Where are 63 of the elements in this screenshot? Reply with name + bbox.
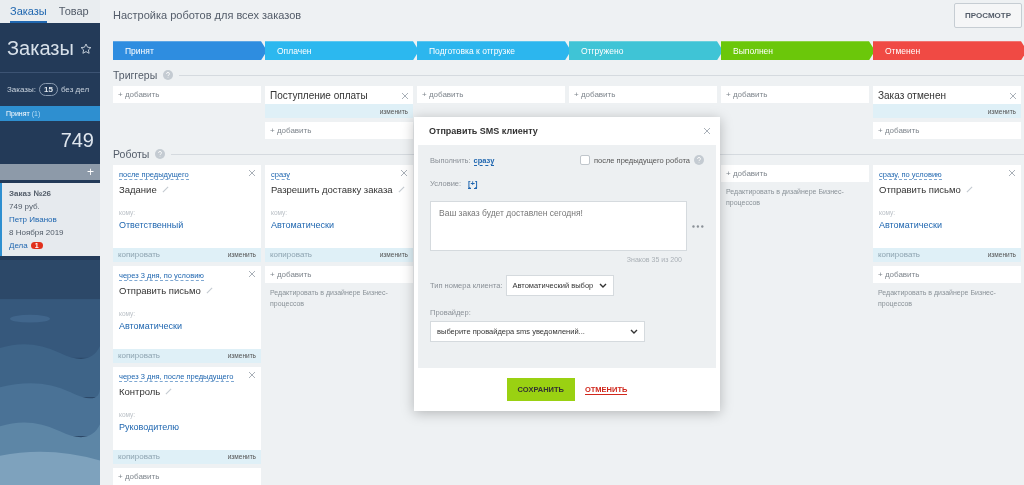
add-button[interactable]: + добавить (265, 122, 413, 140)
chevron-down-icon (599, 283, 608, 288)
close-icon[interactable] (402, 92, 408, 99)
recipient-link[interactable]: Автоматически (119, 321, 255, 331)
preview-button[interactable]: ПРОСМОТР (954, 2, 1022, 28)
nav-tab[interactable]: Товар (58, 0, 89, 23)
close-icon[interactable] (1009, 170, 1015, 176)
counter-label: Заказы: (7, 85, 36, 94)
close-icon[interactable] (249, 170, 255, 176)
dialog-title: Отправить SMS клиенту (429, 126, 538, 136)
star-icon[interactable] (79, 42, 92, 55)
close-icon[interactable] (249, 271, 255, 277)
pencil-icon[interactable] (205, 287, 213, 294)
deal-title[interactable]: Заказ №26 (9, 189, 93, 198)
add-button[interactable]: + добавить (113, 468, 261, 485)
section-title: Роботы (113, 148, 150, 161)
more-icon[interactable] (692, 224, 704, 228)
robot-title: Задание (119, 184, 157, 195)
pencil-icon[interactable] (161, 186, 169, 193)
tasks-link[interactable]: Дела (9, 241, 28, 250)
close-icon[interactable] (704, 128, 710, 134)
deal-date: 8 Ноября 2019 (9, 228, 65, 237)
pencil-icon[interactable] (397, 186, 405, 193)
chevron-down-icon (630, 329, 638, 334)
message-field[interactable]: Ваш заказ будет доставлен сегодня! (430, 201, 688, 251)
help-icon[interactable] (163, 70, 174, 81)
robot-title: Контроль (119, 386, 161, 397)
recipient-link[interactable]: Руководителю (119, 422, 255, 432)
close-icon[interactable] (401, 170, 407, 176)
counter-suffix: без дел (60, 85, 90, 94)
robot-title: Разрешить доставку заказа (271, 184, 393, 195)
add-button[interactable]: + добавить (265, 266, 413, 283)
stage-total: 749 (59, 128, 95, 153)
robot-title: Отправить письмо (119, 285, 201, 296)
recipient-link[interactable]: Автоматически (879, 220, 1015, 230)
add-button[interactable]: + добавить (417, 86, 565, 104)
robot-title: Отправить письмо (879, 184, 961, 195)
close-icon[interactable] (249, 372, 255, 378)
trigger-title: Поступление оплаты (270, 90, 368, 102)
add-button[interactable]: + добавить (873, 122, 1021, 140)
deal-price: 749 руб. (9, 202, 41, 211)
add-button[interactable]: + добавить (569, 86, 717, 104)
add-button[interactable]: + добавить (721, 165, 869, 182)
pencil-icon[interactable] (965, 186, 973, 193)
stage-tab[interactable]: Отменен (873, 41, 1024, 61)
contact-link[interactable]: Петр Иванов (9, 215, 93, 224)
stage-tab[interactable]: Принят (113, 41, 267, 61)
recipient-link[interactable]: Ответственный (119, 220, 255, 230)
add-button[interactable]: + добавить (113, 86, 261, 104)
add-deal-button[interactable]: + (0, 164, 100, 180)
pencil-icon[interactable] (165, 388, 173, 395)
add-button[interactable]: + добавить (873, 266, 1021, 283)
help-icon[interactable] (694, 155, 704, 165)
close-icon[interactable] (1010, 92, 1016, 99)
add-button[interactable]: + добавить (721, 86, 869, 104)
trigger-title: Заказ отменен (878, 90, 946, 102)
recipient-link[interactable]: Автоматически (271, 220, 407, 230)
checkbox[interactable] (580, 155, 590, 165)
page-title: Настройка роботов для всех заказов (113, 9, 302, 22)
section-title: Триггеры (113, 69, 158, 82)
page-title: Заказы (7, 37, 74, 60)
help-icon[interactable] (155, 149, 166, 160)
nav-tab[interactable]: Заказы (10, 0, 47, 23)
